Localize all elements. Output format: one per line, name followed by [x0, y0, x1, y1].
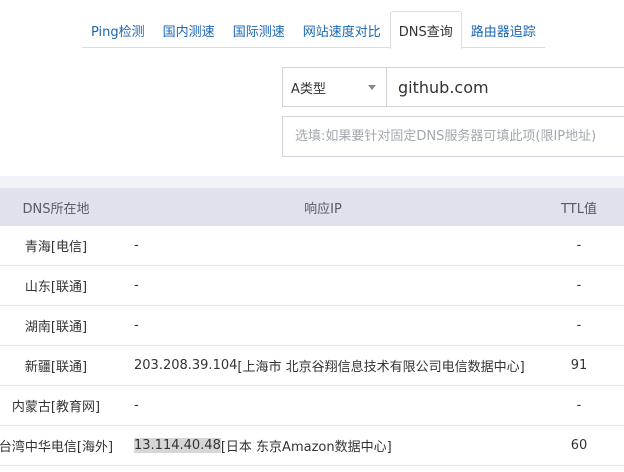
- tool-tabs: Ping检测 国内测速 国际测速 网站速度对比 DNS查询 路由器追踪: [82, 11, 545, 49]
- tab-site-speed-compare[interactable]: 网站速度对比: [294, 11, 390, 48]
- row-ip: -: [134, 398, 139, 413]
- row-ip-cell: 13.114.40.48 [日本 东京Amazon数据中心]: [112, 426, 534, 465]
- results-table: DNS所在地 响应IP TTL值 青海[电信] - - 山东[联通] - - 湖…: [0, 188, 624, 466]
- row-ip-selected: 13.114.40.48: [134, 438, 221, 453]
- row-ttl: -: [576, 278, 582, 293]
- row-ttl: 60: [570, 438, 588, 453]
- row-location: 青海[电信]: [24, 240, 88, 255]
- table-row: 湖南[联通] - -: [0, 306, 624, 346]
- row-ip-cell: -: [112, 226, 534, 265]
- row-ip: -: [134, 278, 139, 293]
- table-row: 新疆[联通] 203.208.39.104 [上海市 北京谷翔信息技术有限公司电…: [0, 346, 624, 386]
- header-location: DNS所在地: [22, 201, 90, 217]
- table-row: 山东[联通] - -: [0, 266, 624, 306]
- table-row: 青海[电信] - -: [0, 226, 624, 266]
- row-ip-cell: -: [112, 266, 534, 305]
- row-location: 新疆[联通]: [24, 360, 88, 375]
- row-ttl: 91: [570, 358, 588, 373]
- row-location: 台湾中华电信[海外]: [0, 440, 114, 455]
- row-ttl: -: [576, 238, 582, 253]
- row-location: 湖南[联通]: [24, 320, 88, 335]
- record-type-select[interactable]: A类型: [282, 67, 386, 107]
- row-ip-cell: -: [112, 386, 534, 425]
- tab-traceroute[interactable]: 路由器追踪: [462, 11, 545, 48]
- tab-domestic-speed[interactable]: 国内测速: [154, 11, 224, 48]
- row-ttl: -: [576, 318, 582, 333]
- header-ttl: TTL值: [561, 201, 597, 217]
- row-ip: 203.208.39.104: [134, 358, 238, 373]
- row-location: 内蒙古[教育网]: [11, 400, 101, 415]
- row-ttl: -: [576, 398, 582, 413]
- row-ip-cell: 203.208.39.104 [上海市 北京谷翔信息技术有限公司电信数据中心]: [112, 346, 534, 385]
- table-row: 内蒙古[教育网] - -: [0, 386, 624, 426]
- row-ip: -: [134, 238, 139, 253]
- dns-server-input[interactable]: [282, 116, 624, 157]
- row-ip-cell: -: [112, 306, 534, 345]
- tab-ping[interactable]: Ping检测: [82, 11, 154, 48]
- row-location: 山东[联通]: [24, 280, 88, 295]
- row-ip: -: [134, 318, 139, 333]
- header-ip: 响应IP: [304, 201, 342, 217]
- record-type-value: A类型: [291, 81, 326, 97]
- chevron-down-icon: [368, 85, 376, 90]
- domain-input[interactable]: [386, 67, 624, 107]
- row-ip-note: [上海市 北京谷翔信息技术有限公司电信数据中心]: [237, 360, 525, 375]
- row-ip-note: [日本 东京Amazon数据中心]: [220, 440, 392, 455]
- tab-international-speed[interactable]: 国际测速: [224, 11, 294, 48]
- tab-dns-lookup[interactable]: DNS查询: [389, 11, 462, 49]
- page: Ping检测 国内测速 国际测速 网站速度对比 DNS查询 路由器追踪 A类型 …: [0, 0, 624, 472]
- section-divider: [0, 176, 624, 188]
- table-row: 台湾中华电信[海外] 13.114.40.48 [日本 东京Amazon数据中心…: [0, 426, 624, 466]
- table-header: DNS所在地 响应IP TTL值: [0, 188, 624, 226]
